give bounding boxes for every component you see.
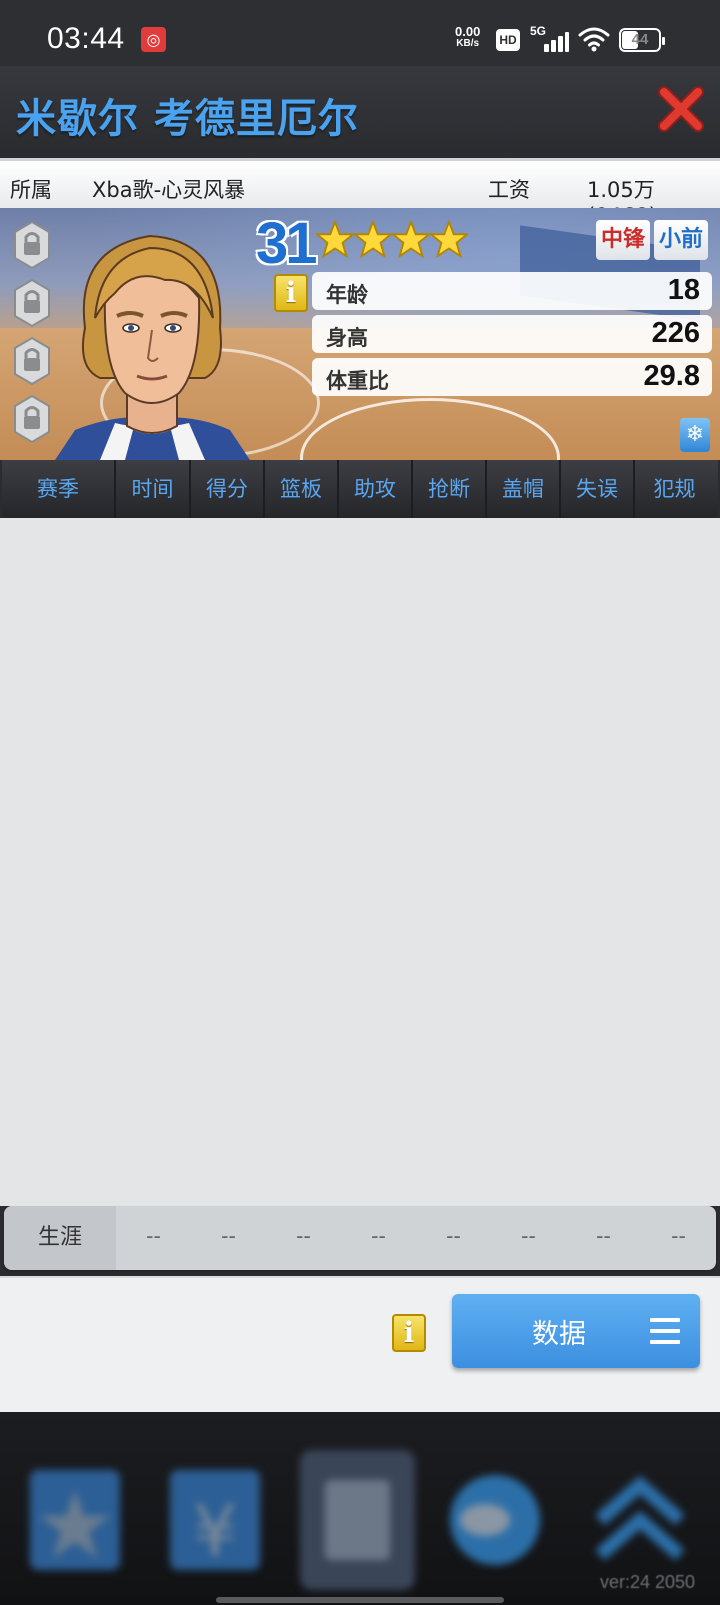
locked-slot-icon[interactable] — [12, 336, 52, 386]
career-value: -- — [446, 1223, 461, 1248]
menu-icon — [650, 1318, 680, 1344]
locked-slot-icon[interactable] — [12, 220, 52, 270]
salary-label: 工资 — [488, 178, 530, 202]
position-badge-secondary: 小前 — [654, 220, 708, 260]
attribute-label: 体重比 — [326, 369, 389, 393]
column-header-turnovers[interactable]: 失误 — [561, 460, 635, 518]
column-header-season[interactable]: 赛季 — [2, 460, 116, 518]
network-speed: 0.00 KB/s — [455, 24, 481, 50]
status-bar: 03:44 ◎ 0.00 KB/s HD 5G 44 — [0, 0, 720, 66]
career-value: -- — [296, 1223, 311, 1248]
network-speed-value: 0.00 — [455, 24, 481, 39]
status-time: 03:44 — [47, 22, 125, 55]
attribute-label: 年龄 — [326, 283, 368, 307]
attribute-row-height: 身高 226 — [312, 315, 712, 353]
column-header-fouls[interactable]: 犯规 — [635, 460, 714, 518]
info-icon[interactable]: i — [392, 1314, 426, 1352]
star-icon — [354, 220, 392, 258]
column-header-rebounds[interactable]: 篮板 — [265, 460, 339, 518]
chat-nav-icon[interactable] — [440, 1450, 550, 1590]
signal-type: 5G — [530, 24, 547, 38]
star-icon — [430, 220, 468, 258]
data-menu-button[interactable]: 数据 — [452, 1294, 700, 1368]
career-value: -- — [221, 1223, 236, 1248]
attribute-row-weight-ratio: 体重比 29.8 — [312, 358, 712, 396]
career-value: -- — [371, 1223, 386, 1248]
svg-text:¥: ¥ — [193, 1490, 238, 1572]
column-header-time[interactable]: 时间 — [116, 460, 191, 518]
star-icon — [316, 220, 354, 258]
career-value: -- — [521, 1223, 536, 1248]
close-icon[interactable] — [656, 84, 706, 134]
battery-icon: 44 — [619, 28, 665, 52]
career-totals-row: 生涯 -- -- -- -- -- -- -- -- — [4, 1206, 716, 1270]
attribute-value: 29.8 — [643, 360, 700, 392]
star-icon — [392, 220, 430, 258]
career-value: -- — [671, 1223, 686, 1248]
attribute-value: 226 — [651, 317, 700, 349]
data-button-label: 数据 — [532, 1319, 586, 1350]
chevron-up-icon[interactable] — [585, 1450, 695, 1590]
money-nav-icon[interactable]: ¥ — [160, 1450, 270, 1590]
team-nav-icon[interactable] — [295, 1450, 420, 1590]
title-bar: 米歇尔 考德里厄尔 — [0, 66, 720, 158]
hd-icon: HD — [496, 29, 520, 51]
star-nav-icon[interactable] — [20, 1450, 130, 1590]
battery-level: 44 — [631, 31, 649, 48]
club-info-row: 所属 Xba歌-心灵风暴 工资 1.05万(9468) — [0, 158, 720, 228]
column-header-assists[interactable]: 助攻 — [339, 460, 413, 518]
stats-column-headers: 赛季 时间 得分 篮板 助攻 抢断 盖帽 失误 犯规 — [2, 460, 718, 518]
player-rating: 31 — [256, 211, 317, 276]
network-speed-unit: KB/s — [456, 38, 480, 49]
wifi-icon — [578, 27, 610, 52]
career-value: -- — [596, 1223, 611, 1248]
locked-slot-icon[interactable] — [12, 278, 52, 328]
column-header-steals[interactable]: 抢断 — [413, 460, 487, 518]
cellular-signal-icon: 5G — [530, 24, 569, 52]
player-name-title: 米歇尔 考德里厄尔 — [16, 96, 359, 142]
info-icon[interactable]: i — [274, 274, 308, 312]
player-portrait — [55, 234, 250, 460]
position-badge-primary: 中锋 — [596, 220, 650, 260]
club-value: Xba歌-心灵风暴 — [92, 178, 246, 202]
star-rating — [316, 220, 468, 258]
locked-slot-icon[interactable] — [12, 394, 52, 444]
home-indicator[interactable] — [216, 1597, 504, 1603]
column-header-blocks[interactable]: 盖帽 — [487, 460, 561, 518]
version-label: ver:24 2050 — [600, 1572, 696, 1592]
attribute-label: 身高 — [326, 326, 368, 350]
snowflake-icon[interactable]: ❄ — [680, 418, 710, 452]
club-label: 所属 — [10, 178, 52, 202]
stats-list-area[interactable] — [0, 518, 720, 1206]
career-value: -- — [146, 1223, 161, 1248]
column-header-points[interactable]: 得分 — [191, 460, 265, 518]
netease-music-icon: ◎ — [141, 27, 166, 52]
career-label: 生涯 — [4, 1206, 116, 1270]
attribute-row-age: 年龄 18 — [312, 272, 712, 310]
player-card: 31 i 中锋 小前 年龄 18 身高 226 体重比 29.8 ❄ — [0, 208, 720, 460]
attribute-value: 18 — [667, 274, 700, 306]
